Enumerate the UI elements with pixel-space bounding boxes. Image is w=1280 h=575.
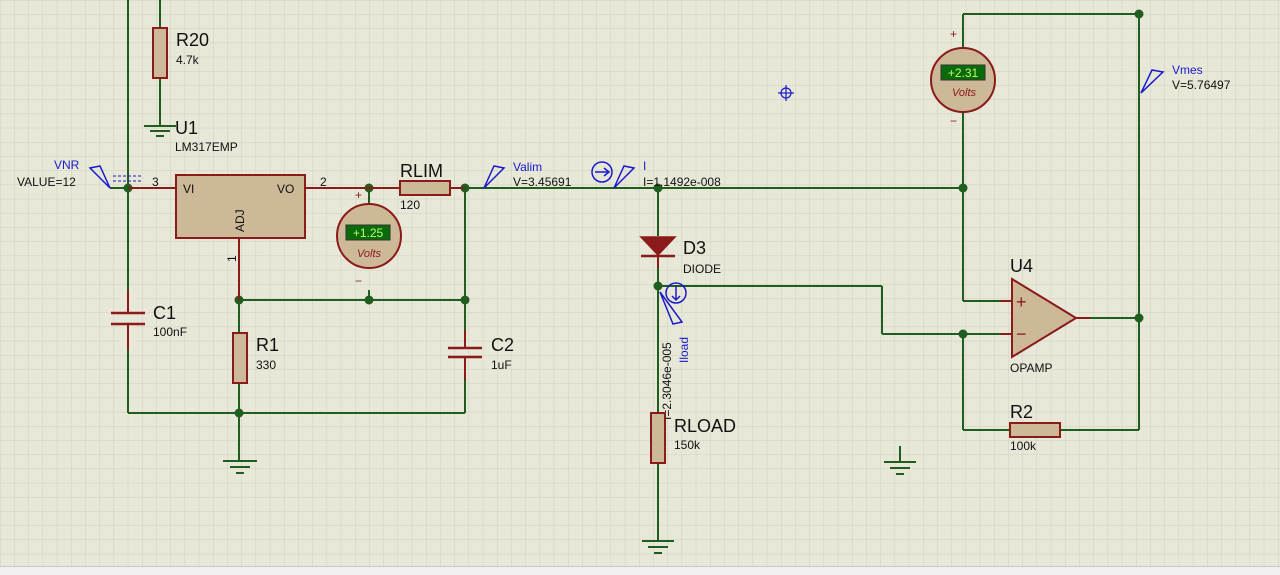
- voltmeter-2-unit: Volts: [952, 87, 977, 99]
- u4-part: OPAMP: [1010, 361, 1052, 375]
- rload-value: 150k: [674, 438, 701, 452]
- voltmeter-1-plus: +: [355, 188, 362, 202]
- c2-ref: C2: [491, 335, 514, 355]
- iload-name: Iload: [677, 337, 691, 363]
- voltmeter-2-minus: −: [950, 114, 957, 128]
- voltmeter-2-reading: +2.31: [948, 66, 979, 80]
- vmes-name: Vmes: [1172, 63, 1203, 77]
- i-reading: I=1.1492e-008: [643, 175, 721, 189]
- u1-pin3: 3: [152, 175, 159, 189]
- rlim-value: 120: [400, 198, 420, 212]
- u4-plus: +: [1016, 292, 1027, 312]
- r1-ref: R1: [256, 335, 279, 355]
- grid-background: [0, 0, 1280, 574]
- u1-pin-vi: VI: [183, 182, 194, 196]
- d3-ref: D3: [683, 238, 706, 258]
- voltmeter-2-plus: +: [950, 27, 957, 41]
- i-name: I: [643, 159, 646, 173]
- u1-pin-adj: ADJ: [233, 209, 247, 232]
- valim-name: Valim: [513, 160, 542, 174]
- rload-ref: RLOAD: [674, 416, 736, 436]
- u1-pin1: 1: [225, 255, 239, 262]
- voltmeter-1-reading: +1.25: [353, 226, 384, 240]
- voltmeter-1-unit: Volts: [357, 248, 382, 260]
- rlim-ref: RLIM: [400, 161, 443, 181]
- schematic-canvas[interactable]: R20 4.7k U1 LM317EMP VI VO ADJ 3 2 1 VNR…: [0, 0, 1280, 574]
- c1-ref: C1: [153, 303, 176, 323]
- voltmeter-1-minus: −: [355, 274, 362, 288]
- r2-value: 100k: [1010, 439, 1037, 453]
- c1-value: 100nF: [153, 325, 187, 339]
- r1-value: 330: [256, 358, 276, 372]
- r2-ref: R2: [1010, 402, 1033, 422]
- r20-ref: R20: [176, 30, 209, 50]
- c2-value: 1uF: [491, 358, 512, 372]
- iload-reading: I=2.3046e-005: [660, 342, 674, 420]
- u4-ref: U4: [1010, 256, 1033, 276]
- vnr-ref: VNR: [54, 158, 80, 172]
- vnr-value: VALUE=12: [17, 175, 76, 189]
- u1-part: LM317EMP: [175, 140, 238, 154]
- u4-minus: −: [1016, 324, 1027, 344]
- u1-pin-vo: VO: [277, 182, 294, 196]
- u1-ref: U1: [175, 118, 198, 138]
- r20-value: 4.7k: [176, 53, 200, 67]
- valim-reading: V=3.45691: [513, 175, 572, 189]
- vmes-reading: V=5.76497: [1172, 78, 1231, 92]
- u1-pin2: 2: [320, 175, 327, 189]
- d3-value: DIODE: [683, 262, 721, 276]
